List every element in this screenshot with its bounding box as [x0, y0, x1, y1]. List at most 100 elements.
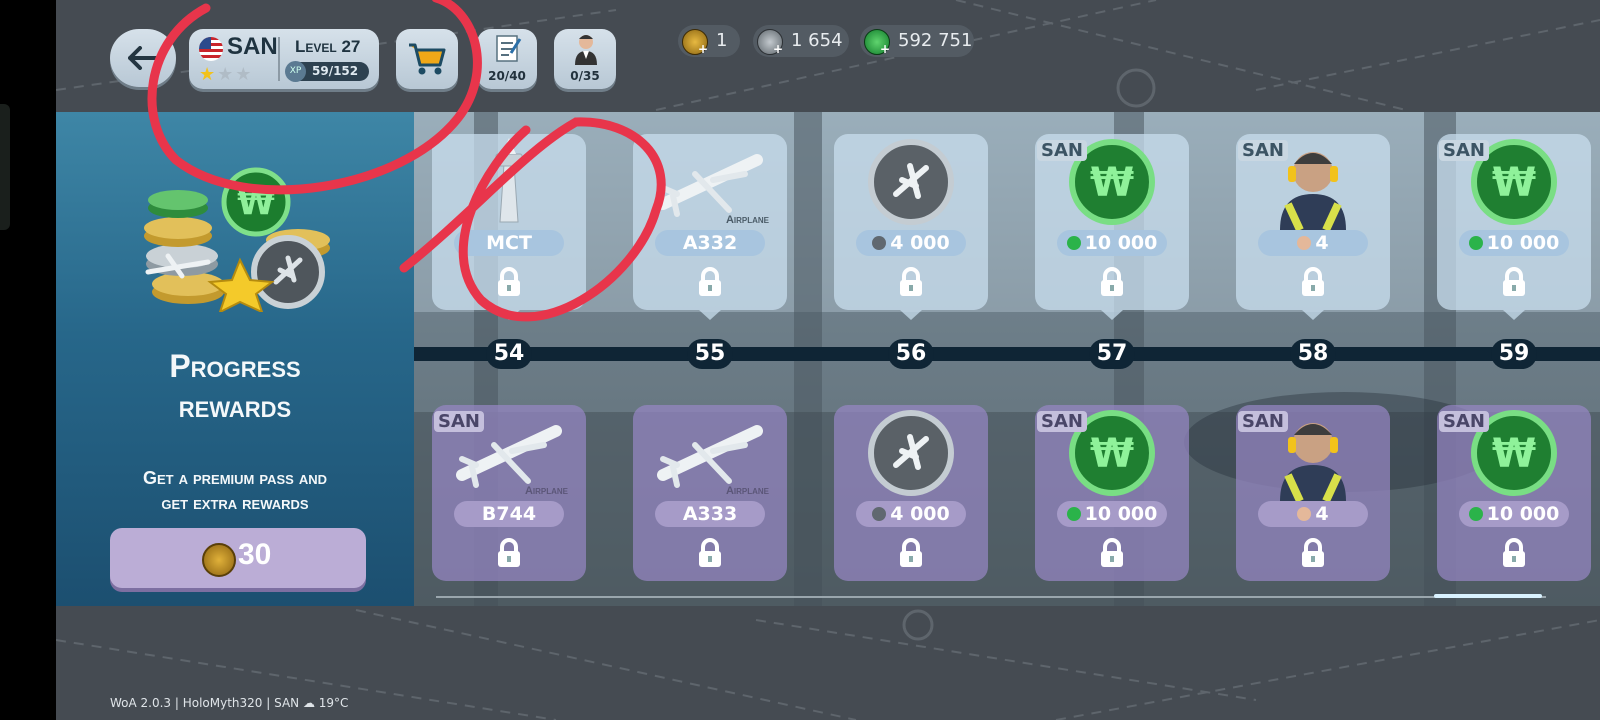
tasks-button[interactable]: 20/40 — [477, 29, 537, 89]
add-icon: + — [880, 42, 891, 56]
airport-badge: SAN — [1439, 140, 1489, 161]
reward-amount-pill: A332 — [655, 230, 765, 256]
reward-label: 10 000 — [1084, 232, 1158, 254]
premium-reward-card[interactable]: ₩ SAN 10 000 — [1035, 405, 1189, 581]
level-node: 59 — [1491, 339, 1537, 369]
reward-amount-pill: 4 — [1258, 501, 1368, 527]
add-icon: + — [773, 42, 784, 56]
lock-icon — [900, 538, 922, 567]
reward-label: 4 000 — [890, 232, 950, 254]
lock-icon — [1503, 538, 1525, 567]
free-reward-card[interactable]: ₩ SAN 10 000 — [1035, 134, 1189, 320]
divider — [278, 37, 280, 81]
control-tower-icon — [495, 138, 523, 223]
airport-badge: SAN — [434, 411, 484, 432]
free-reward-card[interactable]: MCT — [432, 134, 586, 320]
tasks-count: 20/40 — [488, 69, 526, 83]
staff-button[interactable]: 0/35 — [554, 29, 616, 89]
device-edge — [0, 0, 56, 720]
star-empty-icon: ★ — [217, 64, 236, 85]
buy-premium-pass-button[interactable]: 30 — [110, 528, 366, 588]
back-button[interactable] — [110, 29, 176, 87]
panel-title-line2: rewards — [178, 388, 292, 424]
back-arrow-icon — [128, 46, 158, 70]
level-label: Level 27 — [295, 37, 361, 56]
premium-reward-card[interactable]: SAN 4 — [1236, 405, 1390, 581]
task-list-icon — [496, 35, 522, 62]
wings-currency[interactable]: + 592 751 — [860, 25, 974, 57]
free-reward-card[interactable]: ₩ SAN 10 000 — [1437, 134, 1591, 320]
premium-reward-card[interactable]: 4 000 — [834, 405, 988, 581]
wings-coin-icon — [1468, 236, 1483, 250]
reward-label: 10 000 — [1486, 503, 1560, 525]
silver-amount: 1 654 — [791, 30, 843, 51]
lock-icon — [1503, 267, 1525, 296]
free-reward-card[interactable]: SAN 4 — [1236, 134, 1390, 320]
reward-label: 10 000 — [1084, 503, 1158, 525]
reward-amount-pill: 4 000 — [856, 501, 966, 527]
staff-count: 0/35 — [570, 69, 600, 83]
reward-amount-pill: 10 000 — [1057, 501, 1167, 527]
wings-coin-icon — [1066, 236, 1081, 250]
free-reward-card[interactable]: 4 000 — [834, 134, 988, 320]
reward-type-tag: Airplane — [725, 485, 769, 497]
silver-plane-coin-icon — [868, 139, 954, 225]
panel-subtitle-line2: get extra rewards — [161, 493, 309, 513]
level-node: 56 — [888, 339, 934, 369]
lock-icon — [699, 538, 721, 567]
horizontal-scroll-thumb[interactable] — [1434, 594, 1542, 598]
lock-icon — [1101, 538, 1123, 567]
panel-title: Progress rewards — [56, 346, 414, 426]
airport-badge: SAN — [1037, 411, 1087, 432]
premium-reward-card[interactable]: Airplane A333 — [633, 405, 787, 581]
coin-pile-icon: ₩ — [144, 167, 330, 312]
progress-rewards-panel: ₩ Progress rewards Get a premium pass an… — [56, 112, 414, 606]
gold-currency[interactable]: + 1 — [678, 25, 740, 57]
reward-label: 4 — [1315, 232, 1329, 254]
svg-text:₩: ₩ — [1492, 160, 1536, 206]
reward-label: 4 — [1315, 503, 1329, 525]
lock-icon — [498, 538, 520, 567]
silver-currency[interactable]: + 1 654 — [753, 25, 849, 57]
level-node: 57 — [1089, 339, 1135, 369]
premium-pass-price: 30 — [238, 538, 272, 571]
premium-reward-card[interactable]: SAN Airplane B744 — [432, 405, 586, 581]
free-reward-card[interactable]: Airplane A332 — [633, 134, 787, 320]
reward-track-area[interactable]: MCT SAN Airplane B744 54 Airplane A332 Airplane… — [414, 112, 1600, 606]
version-info: WoA 2.0.3 | HoloMyth320 | SAN ☁ 19°C — [110, 696, 349, 710]
lock-icon — [900, 267, 922, 296]
premium-reward-card[interactable]: ₩ SAN 10 000 — [1437, 405, 1591, 581]
level-node: 58 — [1290, 339, 1336, 369]
add-icon: + — [698, 42, 709, 56]
us-flag-icon — [199, 37, 223, 61]
reward-amount-pill: 4 000 — [856, 230, 966, 256]
game-screen: SAN ★★★ Level 27 XP 59/152 20/40 0/35 + — [56, 0, 1600, 720]
edge-handle[interactable] — [0, 104, 10, 230]
staff-person-icon — [1297, 236, 1312, 250]
silver-plane-coin-icon — [872, 507, 887, 521]
reward-amount-pill: 10 000 — [1459, 230, 1569, 256]
wings-coin-icon — [1066, 507, 1081, 521]
reward-type-tag: Airplane — [725, 214, 769, 226]
airport-badge: SAN — [1238, 411, 1288, 432]
reward-amount-pill: 10 000 — [1459, 501, 1569, 527]
airport-profile-button[interactable]: SAN ★★★ Level 27 XP 59/152 — [189, 29, 379, 89]
reward-type-tag: Airplane — [524, 485, 568, 497]
xp-value: 59/152 — [312, 64, 359, 78]
airport-code: SAN — [227, 33, 278, 60]
airport-badge: SAN — [1037, 140, 1087, 161]
reward-label: MCT — [486, 232, 532, 254]
airport-badge: SAN — [1238, 140, 1288, 161]
reward-label: 4 000 — [890, 503, 950, 525]
wings-coin-icon — [1468, 507, 1483, 521]
shop-button[interactable] — [396, 29, 458, 89]
lock-icon — [699, 267, 721, 296]
svg-text:₩: ₩ — [1090, 160, 1134, 206]
lock-icon — [1302, 538, 1324, 567]
level-progress-track — [414, 347, 1600, 361]
airport-star-rating: ★★★ — [199, 64, 253, 85]
reward-label: A332 — [682, 232, 738, 254]
reward-amount-pill: MCT — [454, 230, 564, 256]
silver-plane-coin-icon — [868, 410, 954, 496]
lock-icon — [498, 267, 520, 296]
